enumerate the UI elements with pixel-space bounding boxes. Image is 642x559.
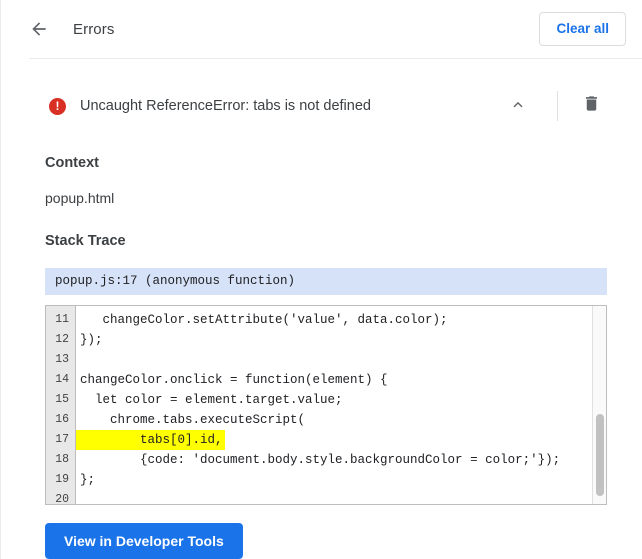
code-line-row: changeColor.onclick = function(element) …	[76, 370, 606, 390]
stack-trace-label: Stack Trace	[45, 233, 126, 249]
code-line: changeColor.onclick = function(element) …	[80, 373, 388, 387]
code-vertical-scrollbar[interactable]	[592, 306, 606, 504]
context-value: popup.html	[45, 190, 115, 206]
chevron-up-icon	[509, 95, 527, 118]
code-line-row: let color = element.target.value;	[76, 390, 606, 410]
code-lines[interactable]: changeColor.setAttribute('value', data.c…	[76, 306, 606, 504]
code-line-row	[76, 490, 606, 504]
toolbar-separator	[557, 91, 558, 121]
code-line-row: changeColor.setAttribute('value', data.c…	[76, 310, 606, 330]
code-line-number: 18	[55, 453, 69, 466]
code-line-number: 13	[55, 353, 69, 366]
page-header: Errors Clear all	[1, 0, 642, 58]
code-line: let color = element.target.value;	[80, 393, 343, 407]
delete-error-button[interactable]	[576, 91, 606, 121]
code-line: };	[80, 473, 96, 487]
page-title: Errors	[73, 20, 115, 38]
clear-all-button[interactable]: Clear all	[539, 12, 626, 46]
header-divider	[29, 58, 642, 59]
code-line-number: 19	[55, 473, 69, 486]
code-line: {code: 'document.body.style.backgroundCo…	[80, 453, 561, 467]
error-circle-icon: !	[49, 97, 66, 115]
code-line: });	[80, 333, 103, 347]
trash-icon	[582, 94, 601, 118]
code-line-number: 16	[55, 413, 69, 426]
code-scrollbar-thumb[interactable]	[596, 414, 604, 496]
code-line-highlighted: tabs[0].id,	[76, 430, 225, 450]
code-gutter: 11 12 13 14 15 16 17 18 19 20	[46, 306, 76, 504]
code-line-number: 20	[55, 493, 69, 505]
code-line-number: 12	[55, 333, 69, 346]
code-viewer: 11 12 13 14 15 16 17 18 19 20 changeColor.setAttr…	[45, 305, 607, 505]
code-line-row: };	[76, 470, 606, 490]
arrow-left-icon	[29, 19, 49, 39]
error-summary-row[interactable]: ! Uncaught ReferenceError: tabs is not d…	[1, 81, 642, 131]
error-detail: Context popup.html Stack Trace popup.js:…	[1, 155, 642, 559]
error-title: Uncaught ReferenceError: tabs is not def…	[80, 98, 371, 114]
view-in-developer-tools-button[interactable]: View in Developer Tools	[45, 523, 243, 559]
back-button[interactable]	[25, 15, 53, 43]
context-label: Context	[45, 155, 99, 171]
code-line-row: {code: 'document.body.style.backgroundCo…	[76, 450, 606, 470]
code-line-number: 15	[55, 393, 69, 406]
code-line: chrome.tabs.executeScript(	[80, 413, 306, 427]
errors-page: Errors Clear all ! Uncaught ReferenceErr…	[0, 0, 642, 559]
code-line-number: 14	[55, 373, 69, 386]
stack-trace-entry[interactable]: popup.js:17 (anonymous function)	[45, 268, 607, 295]
code-line-row: tabs[0].id,	[76, 430, 606, 450]
code-line: changeColor.setAttribute('value', data.c…	[80, 313, 448, 327]
code-line-row: });	[76, 330, 606, 350]
code-line-number: 11	[55, 313, 69, 326]
code-line-row	[76, 350, 606, 370]
code-line-row: chrome.tabs.executeScript(	[76, 410, 606, 430]
collapse-error-button[interactable]	[503, 91, 533, 121]
code-line-number: 17	[55, 433, 69, 446]
